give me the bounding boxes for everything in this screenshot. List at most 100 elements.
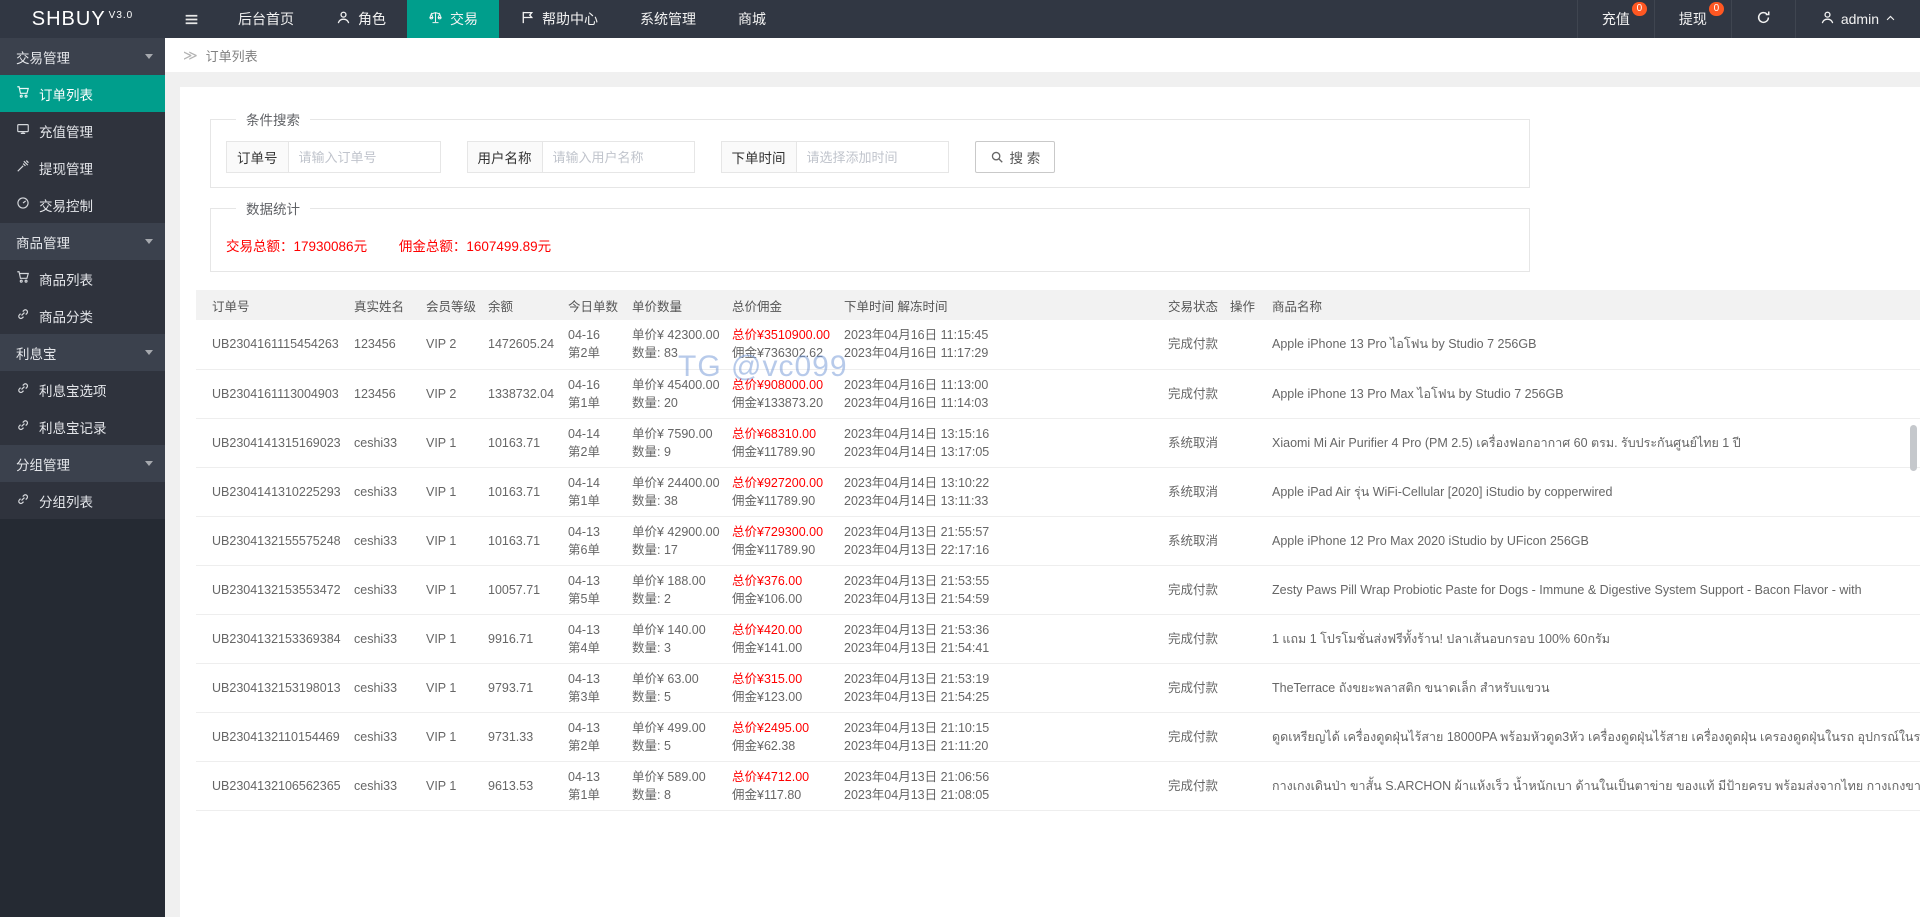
sidebar-item-6[interactable]: 商品列表 [0, 260, 165, 297]
cell-balance: 10057.71 [480, 565, 560, 615]
vertical-scrollbar[interactable] [1910, 425, 1917, 471]
sidebar-item-3[interactable]: 提现管理 [0, 149, 165, 186]
cell-price-qty: 单价¥ 140.00 数量: 3 [624, 614, 724, 664]
cell-times: 2023年04月16日 11:13:00 2023年04月16日 11:14:0… [836, 369, 1160, 419]
nav-item-0[interactable]: 后台首页 [217, 0, 315, 38]
cell-total-commission: 总价¥4712.00 佣金¥117.80 [724, 761, 836, 811]
column-header-7: 下单时间 解冻时间 [836, 290, 1160, 320]
cell-vip-level: VIP 1 [418, 516, 480, 566]
breadcrumb: ≫ 订单列表 [165, 38, 1920, 72]
cell-real-name: 123456 [346, 369, 418, 419]
billboard-icon [16, 122, 30, 139]
cell-times: 2023年04月13日 21:06:56 2023年04月13日 21:08:0… [836, 761, 1160, 811]
cell-real-name: 123456 [346, 320, 418, 370]
cell-times: 2023年04月16日 11:15:45 2023年04月16日 11:17:2… [836, 320, 1160, 370]
chevron-down-icon [145, 350, 153, 355]
table-row: UB2304161115454263 123456 VIP 2 1472605.… [196, 320, 1920, 370]
cell-day-orders: 04-13 第3单 [560, 663, 624, 713]
commission-total: 佣金总额：1607499.89元 [398, 239, 552, 254]
cell-product-name: TheTerrace ถังขยะพลาสติก ขนาดเล็ก สำหรับ… [1264, 663, 1920, 713]
search-field-label: 下单时间 [720, 141, 797, 173]
cell-real-name: ceshi33 [346, 663, 418, 713]
cell-product-name: Apple iPhone 12 Pro Max 2020 iStudio by … [1264, 516, 1920, 566]
nav-item-2[interactable]: 交易 [407, 0, 499, 38]
withdraw-badge: 0 [1708, 2, 1724, 16]
link-icon [16, 307, 30, 324]
recharge-button[interactable]: 充值 0 [1576, 0, 1654, 38]
search-field-input[interactable] [288, 141, 441, 173]
scales-icon [428, 10, 443, 28]
nav-item-4[interactable]: 系统管理 [619, 0, 717, 38]
sidebar-item-9[interactable]: 利息宝选项 [0, 371, 165, 408]
orders-table: 订单号 真实姓名 会员等级 余额 今日单数 单价数量 总价佣金 下单时间 解冻时间 交易状态 操作… [196, 290, 1920, 811]
nav-item-3[interactable]: 帮助中心 [499, 0, 619, 38]
link-icon [16, 492, 30, 509]
cell-total-commission: 总价¥3510900.00 佣金¥736302.62 [724, 320, 836, 370]
sidebar-item-5[interactable]: 商品管理 [0, 223, 165, 260]
table-row: UB2304132153553472 ceshi33 VIP 1 10057.7… [196, 565, 1920, 615]
sidebar-item-10[interactable]: 利息宝记录 [0, 408, 165, 445]
cell-trade-status: 完成付款 [1160, 761, 1222, 811]
table-row: UB2304132155575248 ceshi33 VIP 1 10163.7… [196, 516, 1920, 566]
cell-trade-status: 系统取消 [1160, 467, 1222, 517]
cell-price-qty: 单价¥ 45400.00 数量: 20 [624, 369, 724, 419]
cell-balance: 10163.71 [480, 467, 560, 517]
hamburger-menu-icon[interactable] [165, 0, 217, 38]
search-field-input[interactable] [796, 141, 949, 173]
top-header: SHBUY V3.0 后台首页 角色 交易 帮助中心 系统管理 商城 充值 0 提… [0, 0, 1920, 38]
table-row: UB2304132153369384 ceshi33 VIP 1 9916.71… [196, 614, 1920, 664]
sidebar-item-8[interactable]: 利息宝 [0, 334, 165, 371]
cell-total-commission: 总价¥420.00 佣金¥141.00 [724, 614, 836, 664]
cart-icon [16, 85, 30, 102]
cell-balance: 10163.71 [480, 516, 560, 566]
sidebar-item-1[interactable]: 订单列表 [0, 75, 165, 112]
stats-panel-legend: 数据统计 [246, 202, 300, 217]
cell-product-name: Zesty Paws Pill Wrap Probiotic Paste for… [1264, 565, 1920, 615]
cell-order-no: UB2304132155575248 [196, 516, 346, 566]
nav-item-5[interactable]: 商城 [717, 0, 787, 38]
sidebar-item-12[interactable]: 分组列表 [0, 482, 165, 519]
search-panel: 条件搜索 订单号 用户名称 下单时间 搜 索 [210, 109, 1530, 188]
stats-line: 交易总额：17930086元 佣金总额：1607499.89元 [226, 230, 1514, 257]
cell-total-commission: 总价¥315.00 佣金¥123.00 [724, 663, 836, 713]
withdraw-button[interactable]: 提现 0 [1653, 0, 1731, 38]
search-field-2: 下单时间 [720, 141, 949, 173]
sidebar-item-11[interactable]: 分组管理 [0, 445, 165, 482]
search-button-label: 搜 索 [1009, 151, 1041, 166]
nav-item-1[interactable]: 角色 [315, 0, 407, 38]
cell-order-no: UB2304132153198013 [196, 663, 346, 713]
cell-action [1222, 467, 1264, 517]
table-row: UB2304132106562365 ceshi33 VIP 1 9613.53… [196, 761, 1920, 811]
admin-username: admin [1840, 11, 1879, 27]
sidebar-item-4[interactable]: 交易控制 [0, 186, 165, 223]
cell-vip-level: VIP 1 [418, 418, 480, 468]
flag-icon [520, 10, 535, 28]
cell-day-orders: 04-13 第5单 [560, 565, 624, 615]
table-row: UB2304132110154469 ceshi33 VIP 1 9731.33… [196, 712, 1920, 762]
search-button[interactable]: 搜 索 [974, 141, 1056, 173]
admin-menu[interactable]: admin [1794, 0, 1920, 38]
column-header-9: 操作 [1222, 290, 1264, 320]
logo-text: SHBUY [31, 7, 106, 30]
cell-day-orders: 04-16 第2单 [560, 320, 624, 370]
table-row: UB2304132153198013 ceshi33 VIP 1 9793.71… [196, 663, 1920, 713]
refresh-button[interactable] [1730, 0, 1795, 38]
cell-total-commission: 总价¥2495.00 佣金¥62.38 [724, 712, 836, 762]
top-right-tools: 充值 0 提现 0 admin [1576, 0, 1920, 38]
sidebar-item-7[interactable]: 商品分类 [0, 297, 165, 334]
sidebar-item-2[interactable]: 充值管理 [0, 112, 165, 149]
cell-order-no: UB2304141310225293 [196, 467, 346, 517]
cell-order-no: UB2304141315169023 [196, 418, 346, 468]
cell-balance: 9916.71 [480, 614, 560, 664]
cell-times: 2023年04月13日 21:53:36 2023年04月13日 21:54:4… [836, 614, 1160, 664]
cell-times: 2023年04月13日 21:53:55 2023年04月13日 21:54:5… [836, 565, 1160, 615]
cell-price-qty: 单价¥ 188.00 数量: 2 [624, 565, 724, 615]
cell-vip-level: VIP 2 [418, 320, 480, 370]
gauge-icon [16, 196, 30, 213]
cell-product-name: Xiaomi Mi Air Purifier 4 Pro (PM 2.5) เค… [1264, 418, 1920, 468]
cell-total-commission: 总价¥68310.00 佣金¥11789.90 [724, 418, 836, 468]
search-field-input[interactable] [542, 141, 695, 173]
cell-action [1222, 320, 1264, 370]
sidebar-item-0[interactable]: 交易管理 [0, 38, 165, 75]
link-icon [16, 381, 30, 398]
